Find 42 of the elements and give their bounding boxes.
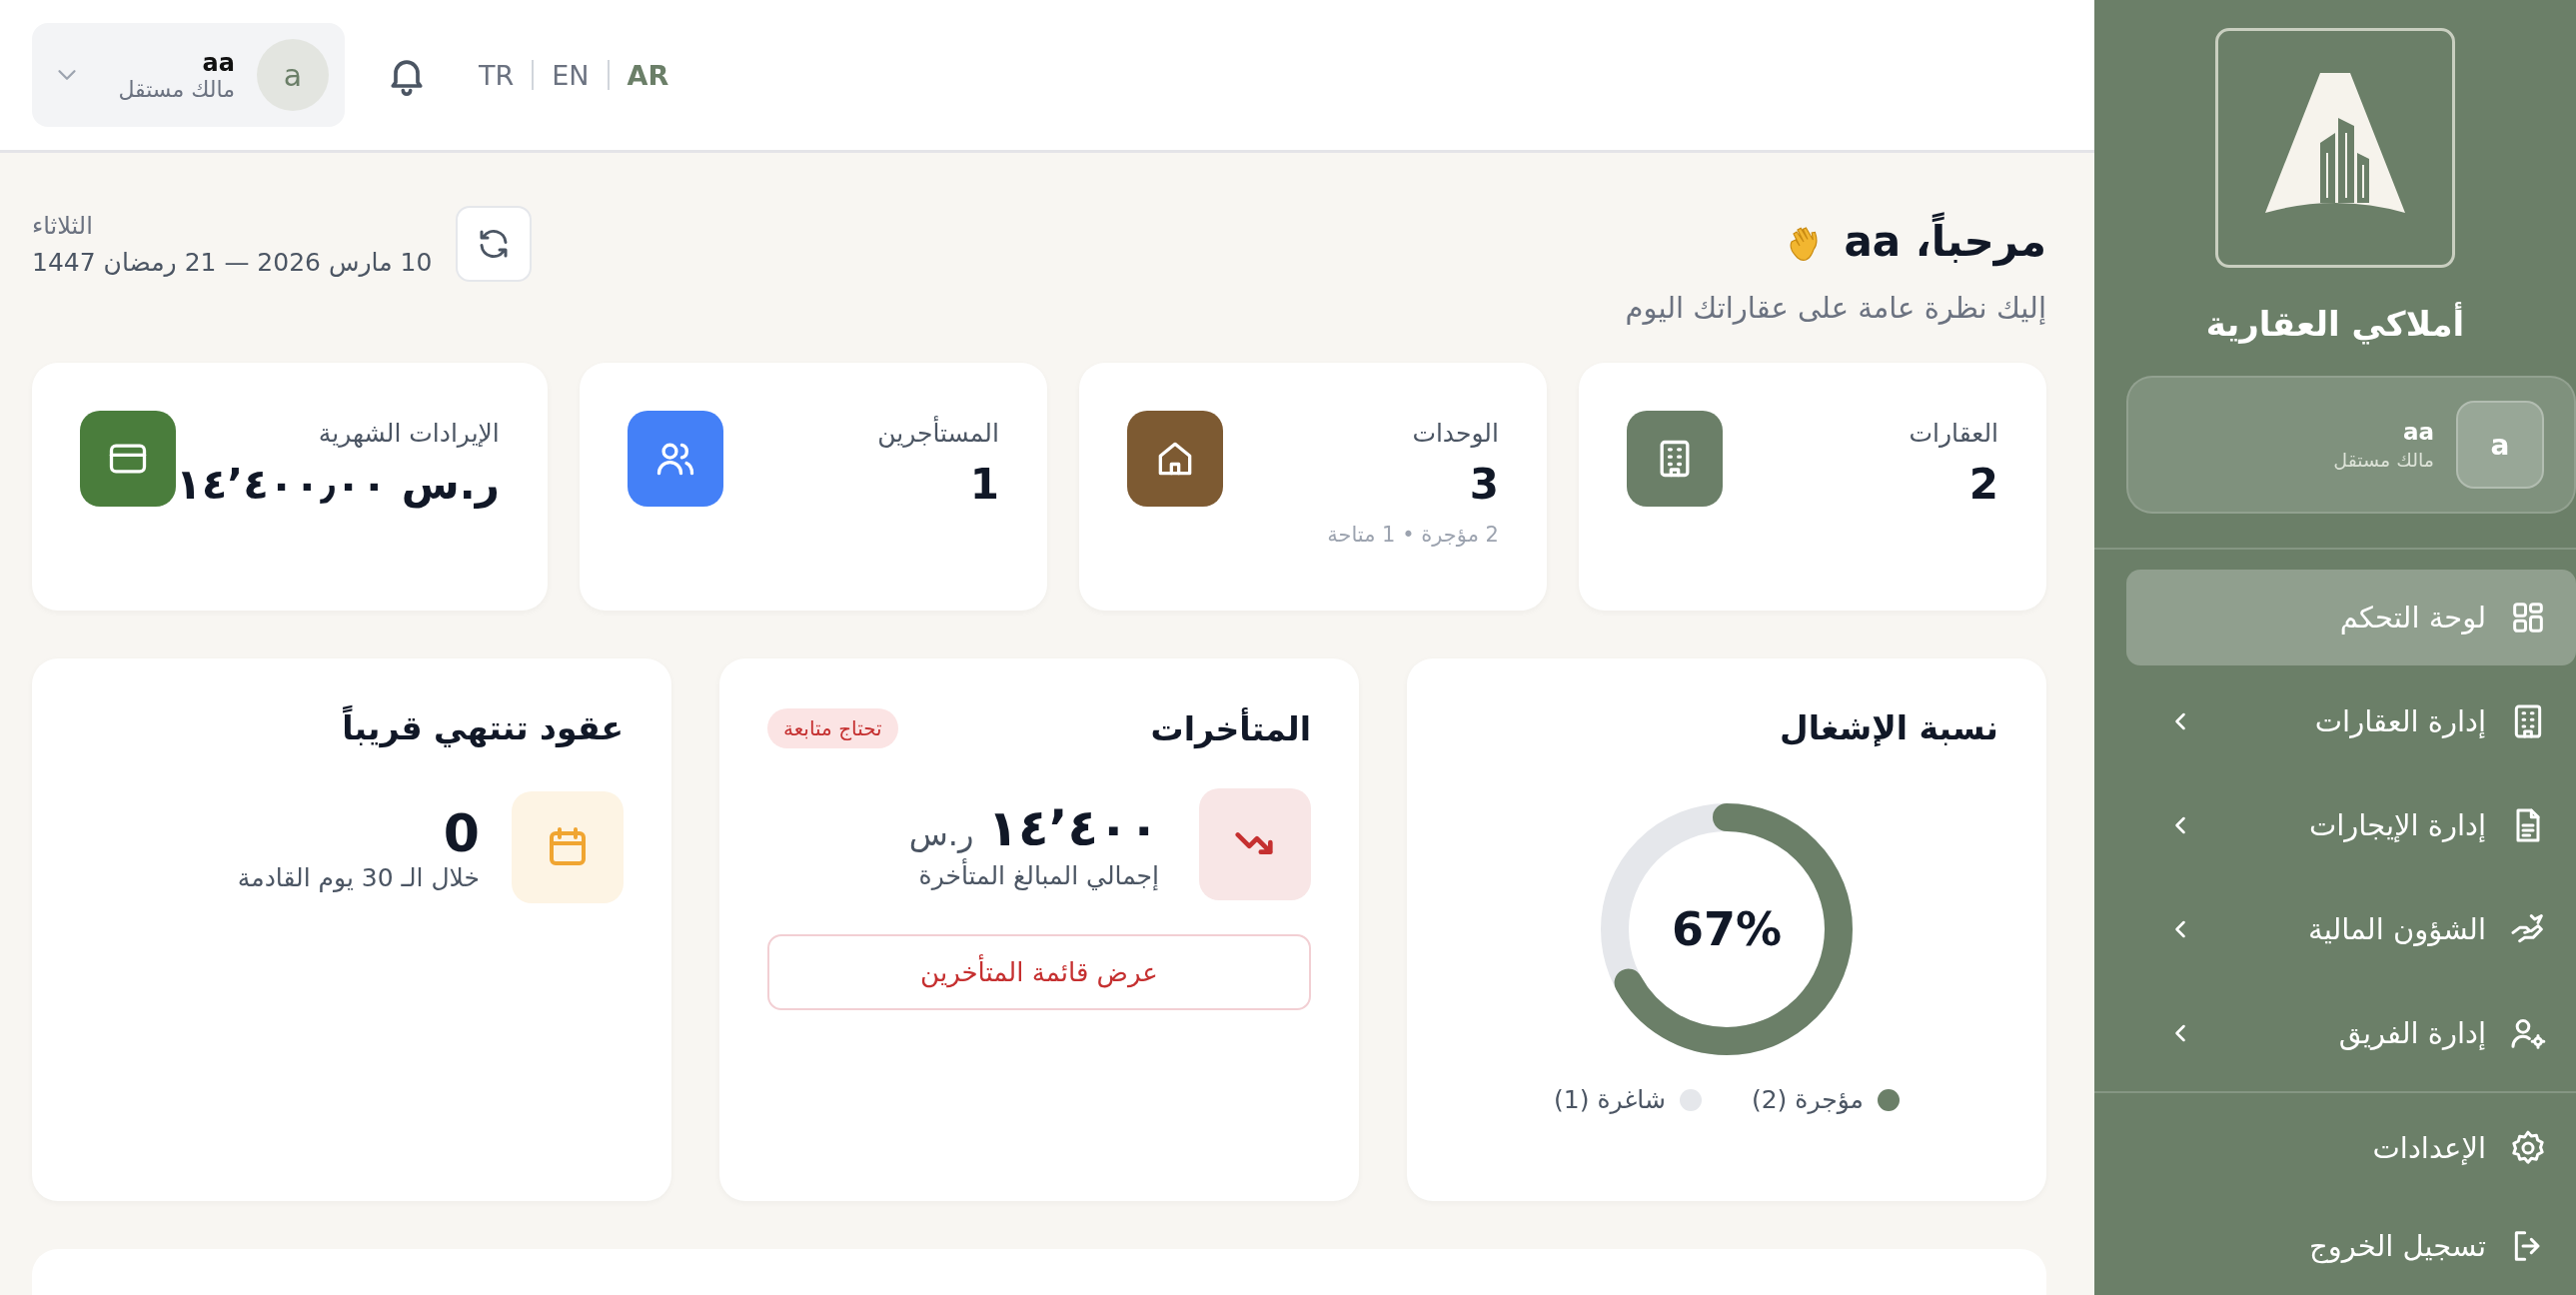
stat-note: 2 مؤجرة • 1 متاحة — [1327, 523, 1499, 548]
user-role: مالك مستقل — [2333, 449, 2434, 471]
legend-label: مؤجرة (2) — [1751, 1085, 1864, 1115]
nav-item[interactable]: الإعدادات — [2126, 1099, 2576, 1197]
stat-value: ر.س ١٤٬٤٠٠٫٠٠ — [176, 460, 500, 510]
user-name: aa — [201, 48, 235, 77]
stat-value: 1 — [968, 460, 999, 510]
status-badge: تحتاج متابعة — [767, 708, 898, 749]
view-overdue-button[interactable]: عرض قائمة المتأخرين — [767, 934, 1311, 1011]
percentage-value: 67% — [1671, 902, 1783, 957]
stat-label: الوحدات — [1411, 419, 1499, 449]
overdue-amount: ١٤٬٤٠٠ — [987, 798, 1159, 857]
language-option[interactable]: TR — [479, 59, 515, 91]
contracts-count: 0 — [442, 802, 480, 863]
language-option[interactable]: EN — [552, 59, 590, 91]
user-name: aa — [2401, 419, 2434, 445]
avatar: a — [257, 39, 329, 111]
stat-value: 3 — [1468, 460, 1499, 510]
contracts-caption: خلال الـ 30 يوم القادمة — [237, 862, 480, 892]
card-title: المتأخرات — [1150, 708, 1311, 748]
nav-item[interactable]: إدارة الفريق — [2126, 985, 2576, 1081]
avatar: a — [2456, 401, 2544, 489]
nav-item[interactable]: إدارة الإيجارات — [2126, 777, 2576, 873]
legend-label: شاغرة (1) — [1554, 1085, 1666, 1115]
currency-label: ر.س — [908, 814, 974, 853]
welcome-subtitle: إليك نظرة عامة على عقاراتك اليوم — [1625, 291, 2046, 326]
card-title: نسبة الإشغال — [1779, 708, 1998, 748]
nav-item[interactable]: الشؤون المالية — [2126, 881, 2576, 977]
weekday: الثلاثاء — [32, 211, 94, 240]
refresh-button[interactable] — [456, 206, 533, 282]
user-role: مالك مستقل — [117, 76, 235, 102]
stat-value: 2 — [1967, 460, 1998, 510]
stat-label: العقارات — [1909, 419, 1998, 449]
language-option[interactable]: AR — [627, 59, 669, 91]
nav-item[interactable]: إدارة العقارات — [2126, 673, 2576, 769]
nav-item[interactable]: لوحة التحكم — [2126, 570, 2576, 665]
stat-label: الإيرادات الشهرية — [317, 419, 500, 449]
welcome-title: مرحباً، aa — [1844, 206, 2046, 278]
overdue-caption: إجمالي المبالغ المتأخرة — [917, 860, 1159, 890]
brand-name: أملاكي العقارية — [2204, 304, 2466, 344]
nav-item[interactable]: تسجيل الخروج — [2126, 1197, 2576, 1295]
date-text: 10 مارس 2026 — 21 رمضان 1447 — [32, 247, 433, 277]
